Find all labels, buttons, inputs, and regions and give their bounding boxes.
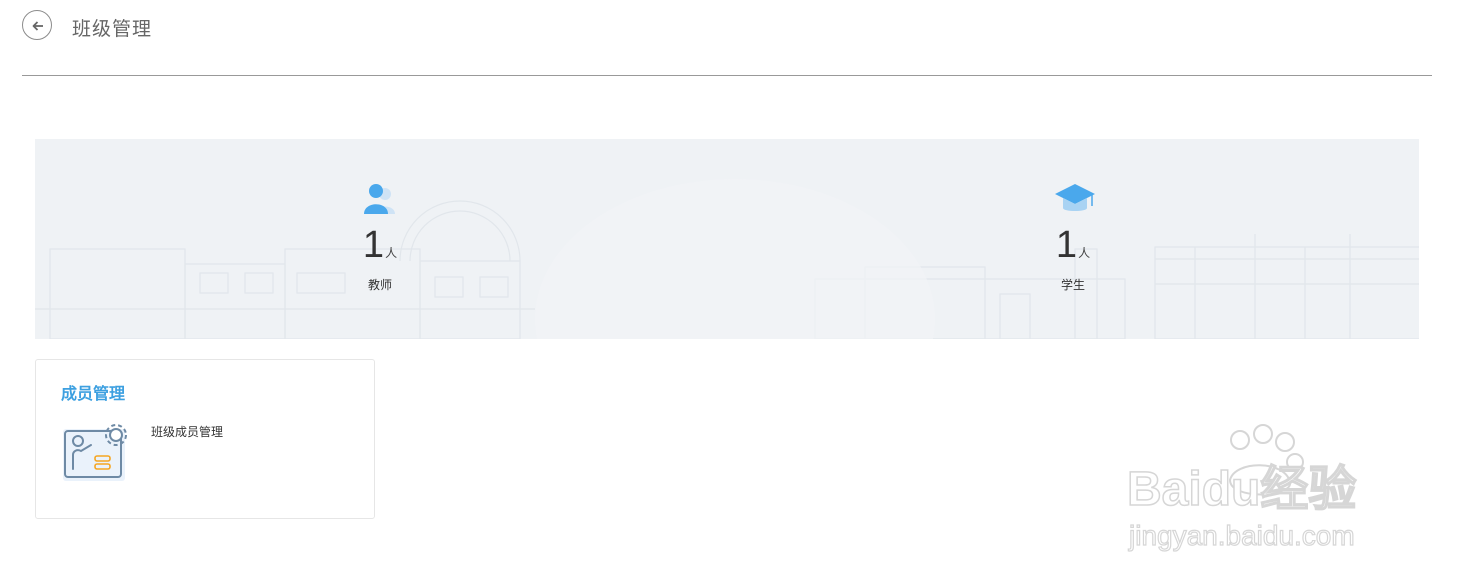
student-count-unit: 人 <box>1078 246 1091 260</box>
member-settings-icon <box>63 424 127 481</box>
student-label: 学生 <box>1060 278 1085 292</box>
member-management-card: 成员管理 班级成员管理 <box>35 359 375 519</box>
arrow-left-icon <box>32 21 43 31</box>
student-count-value: 1 <box>1055 224 1078 266</box>
card-title: 成员管理 <box>61 386 126 403</box>
watermark-brand: Baidu经验 <box>1127 463 1356 516</box>
watermark-url: jingyan.baidu.com <box>1128 520 1355 551</box>
teacher-label: 教师 <box>367 278 392 292</box>
graduation-cap-icon <box>1055 184 1095 211</box>
back-button[interactable] <box>22 10 52 40</box>
class-member-management-label: 班级成员管理 <box>151 425 224 439</box>
student-count: 1人 <box>1013 225 1133 265</box>
school-buildings-illustration <box>35 179 1419 339</box>
page-title: 班级管理 <box>72 19 153 40</box>
teacher-count-value: 1 <box>362 224 385 266</box>
teacher-count-unit: 人 <box>385 246 398 260</box>
teacher-count: 1人 <box>320 225 440 265</box>
class-member-management-item[interactable]: 班级成员管理 <box>61 421 261 485</box>
stats-banner: 1人 教师 1人 学生 <box>35 139 1419 339</box>
page-header: 班级管理 <box>22 0 1432 76</box>
person-icon <box>364 184 395 214</box>
baidu-jingyan-watermark: Baidu经验 jingyan.baidu.com <box>1126 424 1357 552</box>
